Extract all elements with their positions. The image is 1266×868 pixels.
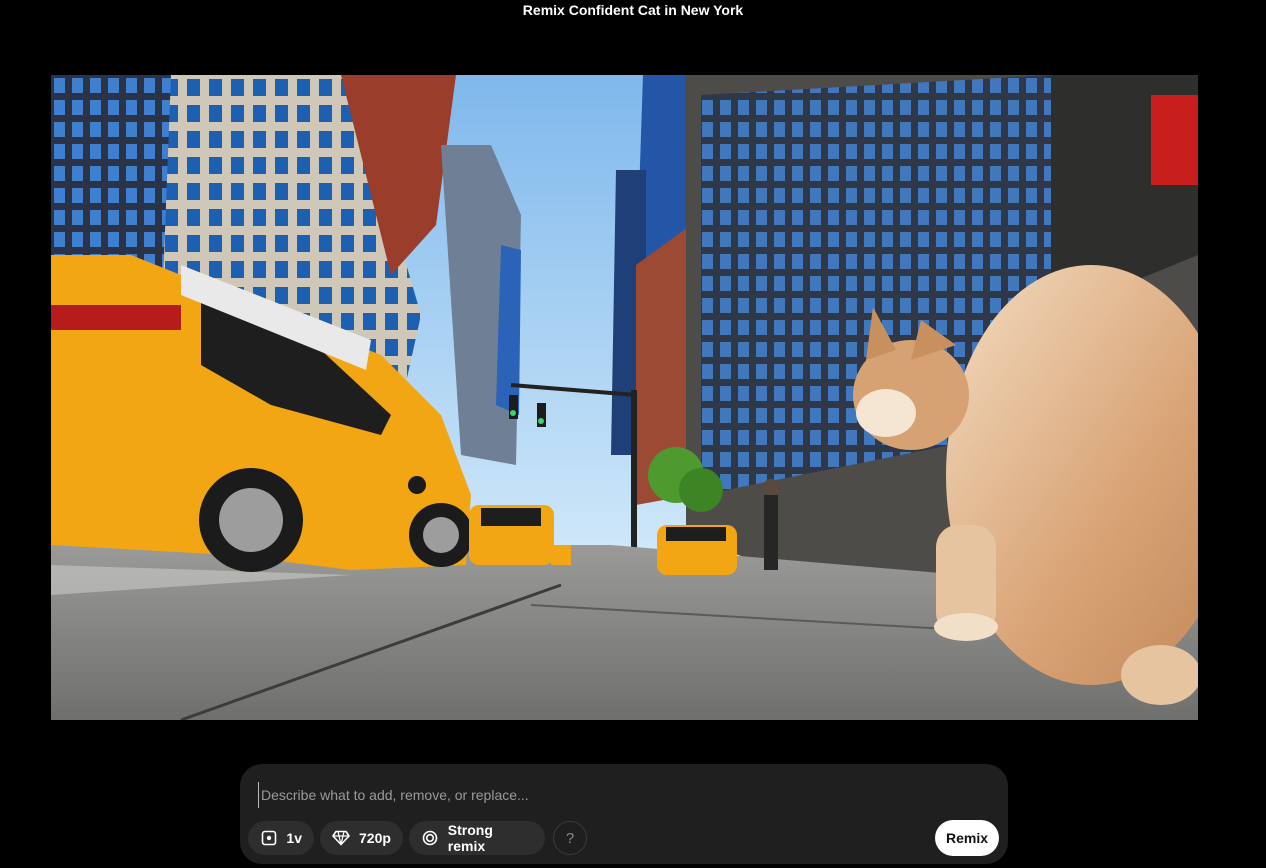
- remix-prompt-input[interactable]: [258, 782, 981, 808]
- remix-composer: 1v 720p Strong remix ? Remix: [240, 764, 1008, 864]
- resolution-chip-label: 720p: [359, 830, 391, 846]
- version-chip-label: 1v: [286, 830, 302, 846]
- help-button[interactable]: ?: [553, 821, 587, 855]
- version-chip[interactable]: 1v: [248, 821, 314, 855]
- remix-strength-chip-label: Strong remix: [447, 822, 493, 854]
- video-preview[interactable]: [51, 75, 1198, 720]
- diamond-icon: [332, 829, 350, 847]
- resolution-chip[interactable]: 720p: [320, 821, 403, 855]
- video-frame-image: [51, 75, 1198, 720]
- remix-strength-chip[interactable]: Strong remix: [409, 821, 545, 855]
- video-square-icon: [260, 829, 277, 847]
- spiral-icon: [421, 829, 439, 847]
- remix-button[interactable]: Remix: [935, 820, 999, 856]
- page-title: Remix Confident Cat in New York: [522, 2, 744, 18]
